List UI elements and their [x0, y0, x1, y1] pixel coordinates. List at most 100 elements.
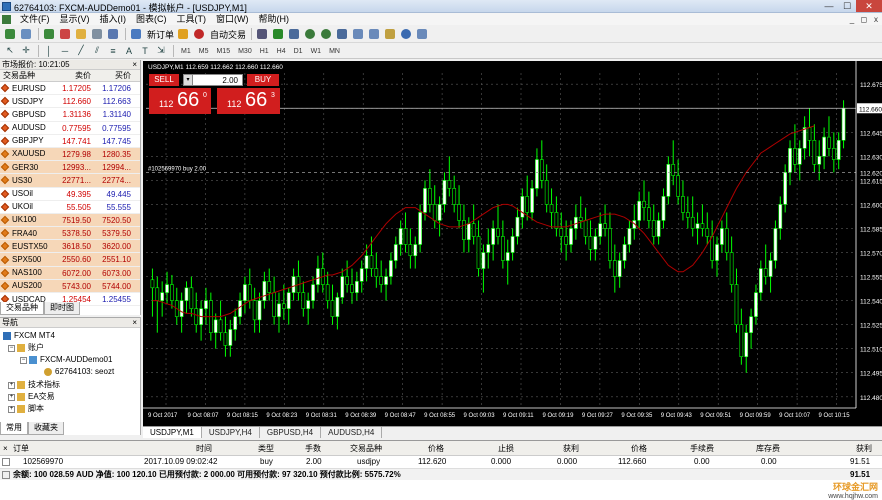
symbol-row-aus200[interactable]: AUS200 5743.00 5744.00 — [0, 279, 140, 293]
navigator-close-button[interactable]: × — [132, 318, 137, 328]
timeframe-h4[interactable]: H4 — [273, 44, 290, 57]
symbol-row-xauusd[interactable]: XAUUSD 1279.98 1280.35 — [0, 147, 140, 162]
column-header-symbol[interactable]: 交易品种 — [350, 441, 382, 456]
close-button[interactable]: ✕ — [856, 0, 882, 12]
cursor-icon[interactable]: ↖ — [3, 44, 17, 58]
line-chart-icon[interactable] — [287, 27, 301, 41]
fibonacci-icon[interactable]: ≡ — [106, 44, 120, 58]
data-window-icon[interactable] — [58, 27, 72, 41]
timeframe-m15[interactable]: M15 — [212, 44, 234, 57]
tab-common[interactable]: 常用 — [0, 422, 28, 435]
buy-button[interactable]: BUY — [247, 74, 279, 86]
tab-symbols[interactable]: 交易品种 — [0, 302, 44, 315]
column-header-order[interactable]: 订单 — [13, 441, 29, 456]
menu-file[interactable]: 文件(F) — [15, 13, 55, 25]
terminal-close-button[interactable]: × — [3, 441, 8, 456]
buy-price-display[interactable]: 112 66 3 — [217, 88, 280, 114]
mdi-restore-button[interactable]: ◻ — [858, 15, 870, 24]
menu-view[interactable]: 显示(V) — [55, 13, 95, 25]
timeframe-w1[interactable]: W1 — [307, 44, 326, 57]
nav-server[interactable]: − FXCM-AUDDemo01 — [20, 355, 112, 365]
tester-icon[interactable] — [106, 27, 120, 41]
timeframe-m30[interactable]: M30 — [234, 44, 256, 57]
order-row[interactable]: 102569970 2017.10.09 09:02:42 buy 2.00 u… — [0, 456, 882, 468]
column-header-price[interactable]: 价格 — [428, 441, 444, 456]
autotrading-icon[interactable] — [192, 27, 206, 41]
candlestick-icon[interactable] — [271, 27, 285, 41]
chart-tab-audusd-h4[interactable]: AUDUSD,H4 — [321, 427, 383, 438]
nav-indicators[interactable]: + 技术指标 — [8, 380, 60, 390]
timeframe-m1[interactable]: M1 — [177, 44, 195, 57]
market-watch-icon[interactable] — [42, 27, 56, 41]
symbol-row-us30[interactable]: US30 22771... 22774... — [0, 174, 140, 188]
symbol-row-usdjpy[interactable]: USDJPY 112.660 112.663 — [0, 95, 140, 109]
menu-tools[interactable]: 工具(T) — [172, 13, 212, 25]
column-header-time[interactable]: 时间 — [196, 441, 212, 456]
chart-tab-usdjpy-m1[interactable]: USDJPY,M1 — [143, 427, 202, 438]
timeframe-mn[interactable]: MN — [325, 44, 344, 57]
balance-row[interactable]: 余额: 100 028.59 AUD 净值: 100 120.10 已用预付款:… — [0, 468, 882, 480]
new-chart-icon[interactable] — [3, 27, 17, 41]
nav-scripts[interactable]: + 脚本 — [8, 404, 44, 414]
lot-down-icon[interactable]: ▾ — [183, 74, 193, 86]
column-header-symbol[interactable]: 交易品种 — [0, 70, 53, 81]
nav-ea[interactable]: + EA交易 — [8, 392, 55, 402]
column-header-volume[interactable]: 手数 — [305, 441, 321, 456]
metaeditor-icon[interactable] — [176, 27, 190, 41]
column-header-current-price[interactable]: 价格 — [631, 441, 647, 456]
crosshair-icon[interactable]: ✛ — [19, 44, 33, 58]
column-header-profit[interactable]: 获利 — [856, 441, 872, 456]
autotrading-button[interactable]: 自动交易 — [208, 28, 248, 41]
column-header-tp[interactable]: 获利 — [563, 441, 579, 456]
symbol-row-fra40[interactable]: FRA40 5378.50 5379.50 — [0, 227, 140, 241]
minimize-button[interactable]: — — [820, 0, 838, 12]
templates-icon[interactable] — [415, 27, 429, 41]
arrows-icon[interactable]: ⇲ — [154, 44, 168, 58]
chart-tab-gbpusd-h4[interactable]: GBPUSD,H4 — [260, 427, 322, 438]
symbol-row-ger30[interactable]: GER30 12993... 12994... — [0, 161, 140, 175]
expand-icon[interactable]: + — [8, 381, 15, 389]
market-watch-close-button[interactable]: × — [132, 60, 137, 70]
symbol-row-gbpjpy[interactable]: GBPJPY 147.741 147.745 — [0, 135, 140, 148]
symbol-row-gbpusd[interactable]: GBPUSD 1.31136 1.31140 — [0, 108, 140, 122]
symbol-row-nas100[interactable]: NAS100 6072.00 6073.00 — [0, 266, 140, 280]
zoom-out-icon[interactable] — [319, 27, 333, 41]
chart-tab-usdjpy-h4[interactable]: USDJPY,H4 — [202, 427, 260, 438]
menu-window[interactable]: 窗口(W) — [211, 13, 254, 25]
sell-price-display[interactable]: 112 66 0 — [149, 88, 211, 114]
periods-icon[interactable] — [399, 27, 413, 41]
symbol-row-usoil[interactable]: USOil 49.395 49.445 — [0, 188, 140, 201]
new-order-button[interactable]: 新订单 — [145, 28, 176, 41]
trendline-icon[interactable]: ╱ — [74, 44, 88, 58]
chart-shift-icon[interactable] — [351, 27, 365, 41]
timeframe-d1[interactable]: D1 — [290, 44, 307, 57]
timeframe-h1[interactable]: H1 — [256, 44, 273, 57]
label-icon[interactable]: T — [138, 44, 152, 58]
symbol-row-eurusd[interactable]: EURUSD 1.17205 1.17206 — [0, 82, 140, 96]
collapse-icon[interactable]: − — [8, 344, 15, 352]
tab-tick-chart[interactable]: 即时图 — [44, 302, 80, 315]
expand-icon[interactable]: + — [8, 393, 15, 401]
menu-insert[interactable]: 插入(I) — [95, 13, 132, 25]
candlestick-chart[interactable]: 112.675112.660112.645112.630112.615112.6… — [143, 61, 882, 438]
column-header-commission[interactable]: 手续费 — [690, 441, 714, 456]
expand-icon[interactable]: + — [8, 405, 15, 413]
mdi-minimize-button[interactable]: _ — [846, 15, 858, 24]
new-order-icon[interactable] — [129, 27, 143, 41]
maximize-button[interactable]: ☐ — [838, 0, 856, 12]
chart-window[interactable]: 112.675112.660112.645112.630112.615112.6… — [143, 61, 882, 438]
timeframe-m5[interactable]: M5 — [195, 44, 213, 57]
nav-account[interactable]: 62764103: seozt — [44, 367, 114, 377]
bar-chart-icon[interactable] — [255, 27, 269, 41]
navigator-icon[interactable] — [74, 27, 88, 41]
sell-button[interactable]: SELL — [149, 74, 179, 86]
mdi-close-button[interactable]: x — [870, 15, 882, 24]
text-icon[interactable]: A — [122, 44, 136, 58]
symbol-row-spx500[interactable]: SPX500 2550.60 2551.10 — [0, 253, 140, 267]
symbol-row-ukoil[interactable]: UKOil 55.505 55.555 — [0, 201, 140, 214]
column-header-sl[interactable]: 止损 — [498, 441, 514, 456]
horizontal-line-icon[interactable]: ─ — [58, 44, 72, 58]
channel-icon[interactable]: ⫽ — [90, 44, 104, 58]
symbol-row-eustx50[interactable]: EUSTX50 3618.50 3620.00 — [0, 240, 140, 254]
menu-charts[interactable]: 图表(C) — [131, 13, 172, 25]
